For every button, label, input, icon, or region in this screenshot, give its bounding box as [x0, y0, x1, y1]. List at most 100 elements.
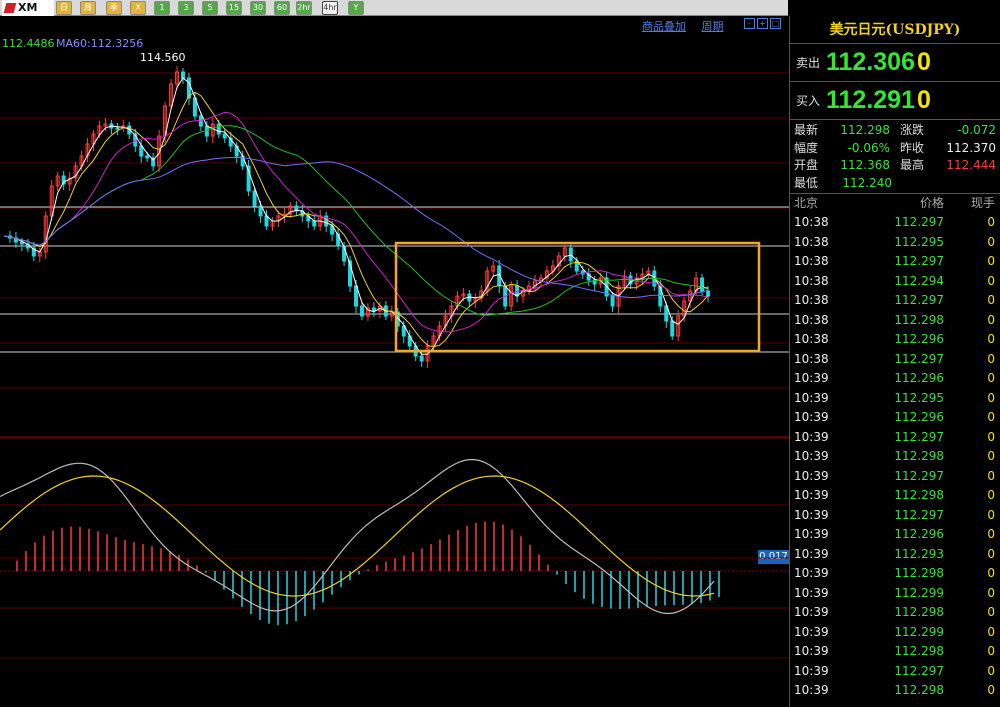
stat-value: -0.06%: [847, 140, 890, 155]
tick-t: 10:39: [794, 507, 829, 522]
tick-row: 10:39 112.296 0: [790, 369, 1000, 389]
tick-p: 112.299: [894, 585, 944, 600]
buy-row[interactable]: 买入 112.291 0: [790, 82, 1000, 120]
candle-body: [706, 290, 711, 297]
stat-value: 112.298: [840, 123, 890, 137]
tick-row: 10:39 112.296 0: [790, 525, 1000, 545]
toolbar-button-12[interactable]: Y: [348, 1, 364, 15]
toolbar-button-1[interactable]: 周: [80, 1, 96, 15]
tick-p: 112.295: [894, 234, 944, 249]
price-chart[interactable]: [0, 16, 789, 707]
toolbar-button-0[interactable]: 日: [56, 1, 72, 15]
stat-key: 最低: [794, 175, 819, 190]
tick-t: 10:38: [794, 332, 829, 346]
tick-row: 10:39 112.297 0: [790, 662, 1000, 682]
toolbar-button-2[interactable]: 季: [106, 1, 122, 15]
candle-body: [670, 320, 675, 337]
tick-p: 112.297: [894, 507, 944, 522]
tick-row: 10:38 112.294 0: [790, 272, 1000, 292]
tick-t: 10:39: [794, 644, 829, 658]
tick-v: 0: [987, 624, 995, 639]
stat-key: 最新: [794, 123, 819, 137]
tick-t: 10:39: [794, 663, 829, 678]
tick-t: 10:39: [794, 449, 829, 463]
tick-v: 0: [987, 410, 995, 424]
tick-t: 10:39: [794, 371, 829, 385]
toolbar-button-5[interactable]: 3: [178, 1, 194, 15]
quote-panel: 美元日元(USDJPY) 卖出 112.306 0 买入 112.291 0 最…: [789, 16, 1000, 707]
tick-row: 10:39 112.295 0: [790, 389, 1000, 409]
tick-p: 112.297: [894, 215, 944, 229]
candle-body: [359, 305, 364, 317]
toolbar-button-11[interactable]: 4hr: [322, 1, 338, 15]
tick-row: 10:39 112.298 0: [790, 486, 1000, 506]
tick-t: 10:38: [794, 234, 829, 249]
tick-p: 112.297: [894, 663, 944, 678]
toolbar-button-3[interactable]: X: [130, 1, 146, 15]
vol-header: 现手: [970, 196, 995, 210]
candle-body: [252, 190, 257, 207]
tick-v: 0: [987, 273, 995, 288]
toolbar-button-6[interactable]: 5: [202, 1, 218, 15]
stat-key2: 涨跌: [900, 123, 925, 137]
tick-t: 10:38: [794, 293, 829, 307]
candle-body: [216, 123, 221, 135]
tick-row: 10:39 112.298 0: [790, 681, 1000, 701]
tick-v: 0: [987, 663, 995, 678]
candles: [7, 66, 711, 368]
tick-v: 0: [987, 488, 995, 502]
candle-body: [258, 205, 263, 217]
tick-row: 10:38 112.296 0: [790, 330, 1000, 350]
candle-body: [312, 220, 317, 227]
toolbar-button-4[interactable]: 1: [154, 1, 170, 15]
toolbar-button-7[interactable]: 15: [226, 1, 242, 15]
tick-p: 112.298: [894, 488, 944, 502]
stat-value2: -0.072: [957, 123, 996, 137]
tick-row: 10:39 112.293 0: [790, 545, 1000, 565]
tick-v: 0: [987, 234, 995, 249]
price-header: 价格: [919, 196, 944, 210]
toolbar-button-8[interactable]: 30: [250, 1, 266, 15]
tick-p: 112.297: [894, 254, 944, 268]
stat-value: 112.368: [840, 158, 890, 172]
stat-row: 最低 112.240: [794, 175, 996, 193]
tick-p: 112.296: [894, 371, 944, 385]
ticks-list: 10:38 112.297 0 10:38 112.295 0 10:38 112.297 0 1…: [790, 213, 1000, 701]
stats-block: 最新 112.298 涨跌 -0.072 幅度 -0.06% 昨收 112.370 开盘…: [790, 120, 1000, 194]
toolbar-button-10[interactable]: 2hr: [296, 1, 312, 15]
candle-body: [700, 277, 705, 292]
stat-value2: 112.370: [946, 140, 996, 155]
highlight-box: [394, 241, 761, 353]
tick-v: 0: [987, 332, 995, 346]
tick-row: 10:39 112.298 0: [790, 603, 1000, 623]
sell-label: 卖出: [795, 56, 820, 70]
tick-row: 10:39 112.298 0: [790, 564, 1000, 584]
tick-t: 10:38: [794, 215, 829, 229]
tick-row: 10:38 112.297 0: [790, 350, 1000, 370]
tick-t: 10:38: [794, 351, 829, 366]
xm-logo: XM: [2, 0, 54, 16]
tick-p: 112.296: [894, 410, 944, 424]
ticks-header: 北京 价格 现手: [790, 194, 1000, 213]
sell-row[interactable]: 卖出 112.306 0: [790, 44, 1000, 82]
candle-body: [180, 71, 185, 79]
tick-v: 0: [987, 507, 995, 522]
tick-t: 10:39: [794, 566, 829, 580]
candle-body: [222, 133, 227, 139]
tick-v: 0: [987, 468, 995, 483]
candle-body: [419, 355, 424, 362]
tick-t: 10:39: [794, 410, 829, 424]
tick-p: 112.298: [894, 566, 944, 580]
tick-t: 10:39: [794, 585, 829, 600]
tick-row: 10:39 112.299 0: [790, 584, 1000, 604]
tick-t: 10:39: [794, 429, 829, 444]
toolbar-button-9[interactable]: 60: [274, 1, 290, 15]
tick-row: 10:39 112.298 0: [790, 642, 1000, 662]
tick-row: 10:39 112.297 0: [790, 467, 1000, 487]
tick-row: 10:39 112.299 0: [790, 623, 1000, 643]
tick-t: 10:39: [794, 390, 829, 405]
tick-t: 10:38: [794, 254, 829, 268]
tick-v: 0: [987, 644, 995, 658]
tick-p: 112.295: [894, 390, 944, 405]
tick-v: 0: [987, 293, 995, 307]
